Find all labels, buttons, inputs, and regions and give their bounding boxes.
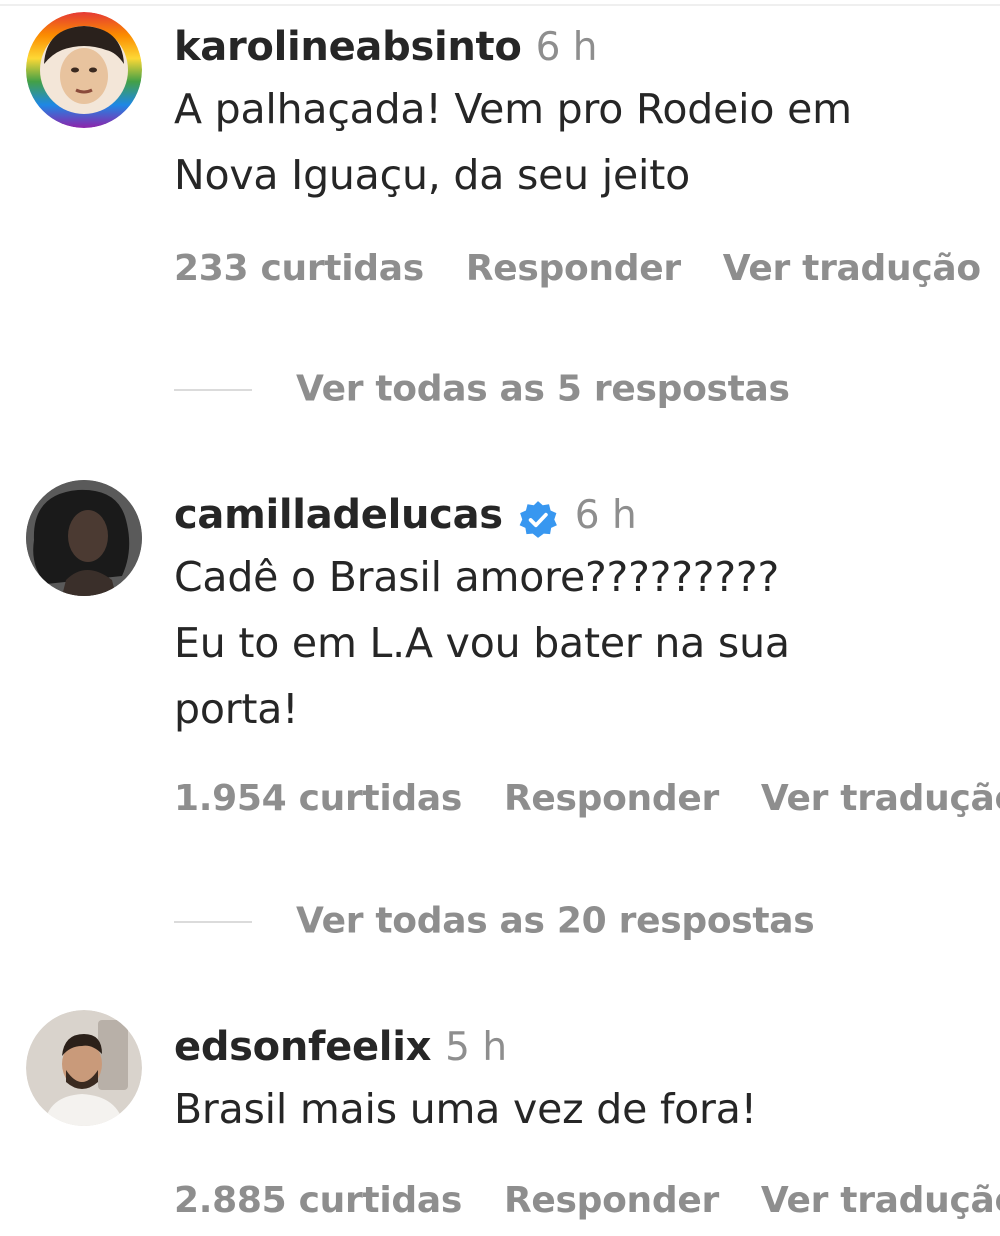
likes-count: 2.885 curtidas bbox=[174, 1180, 462, 1221]
comment-text: Cadê o Brasil amore????????? Eu to em L.… bbox=[174, 544, 994, 742]
view-replies-label[interactable]: Ver todas as 5 respostas bbox=[296, 369, 790, 410]
translate-button[interactable]: Ver tradução bbox=[761, 1180, 1000, 1221]
view-replies[interactable]: Ver todas as 20 respostas bbox=[174, 896, 815, 946]
comment-text-line: Brasil mais uma vez de fora! bbox=[174, 1085, 757, 1133]
view-replies[interactable]: Ver todas as 5 respostas bbox=[174, 364, 790, 414]
username[interactable]: edsonfeelix bbox=[174, 1024, 431, 1070]
profile-photo-avatar-icon bbox=[26, 480, 142, 596]
reply-button[interactable]: Responder bbox=[504, 778, 719, 819]
translate-button[interactable]: Ver tradução bbox=[723, 248, 981, 289]
avatar[interactable] bbox=[26, 480, 142, 596]
reply-button[interactable]: Responder bbox=[466, 248, 681, 289]
comment-text-line: A palhaçada! Vem pro Rodeio em bbox=[174, 85, 852, 133]
comment-text: Brasil mais uma vez de fora! bbox=[174, 1076, 994, 1142]
likes-count: 1.954 curtidas bbox=[174, 778, 462, 819]
comment-time: 5 h bbox=[445, 1025, 508, 1070]
top-divider bbox=[0, 4, 1000, 6]
comment-text: A palhaçada! Vem pro Rodeio em Nova Igua… bbox=[174, 76, 994, 208]
comment-time: 6 h bbox=[535, 25, 598, 70]
comment-text-line: Cadê o Brasil amore????????? bbox=[174, 553, 780, 601]
comment-text-line: Eu to em L.A vou bater na sua bbox=[174, 619, 790, 667]
comment-text-line: porta! bbox=[174, 685, 299, 733]
replies-divider-line bbox=[174, 920, 252, 923]
comment-actions: 233 curtidas Responder Ver tradução bbox=[174, 248, 1000, 289]
avatar[interactable] bbox=[26, 1010, 142, 1126]
view-replies-label[interactable]: Ver todas as 20 respostas bbox=[296, 901, 815, 942]
likes-count: 233 curtidas bbox=[174, 248, 424, 289]
rainbow-ring-avatar-icon bbox=[26, 12, 142, 128]
username[interactable]: camilladelucas bbox=[174, 492, 503, 538]
reply-button[interactable]: Responder bbox=[504, 1180, 719, 1221]
comment-text-line: Nova Iguaçu, da seu jeito bbox=[174, 151, 690, 199]
profile-photo-avatar-icon bbox=[26, 1010, 142, 1126]
comment-time: 6 h bbox=[574, 493, 637, 538]
comment-actions: 1.954 curtidas Responder Ver tradução bbox=[174, 778, 1000, 819]
comments-screen: karolineabsinto 6 h A palhaçada! Vem pro … bbox=[0, 0, 1000, 1236]
verified-badge-icon bbox=[517, 499, 559, 541]
translate-button[interactable]: Ver tradução bbox=[761, 778, 1000, 819]
comment-actions: 2.885 curtidas Responder Ver tradução bbox=[174, 1180, 1000, 1221]
avatar[interactable] bbox=[26, 12, 142, 128]
username[interactable]: karolineabsinto bbox=[174, 24, 522, 70]
replies-divider-line bbox=[174, 388, 252, 391]
